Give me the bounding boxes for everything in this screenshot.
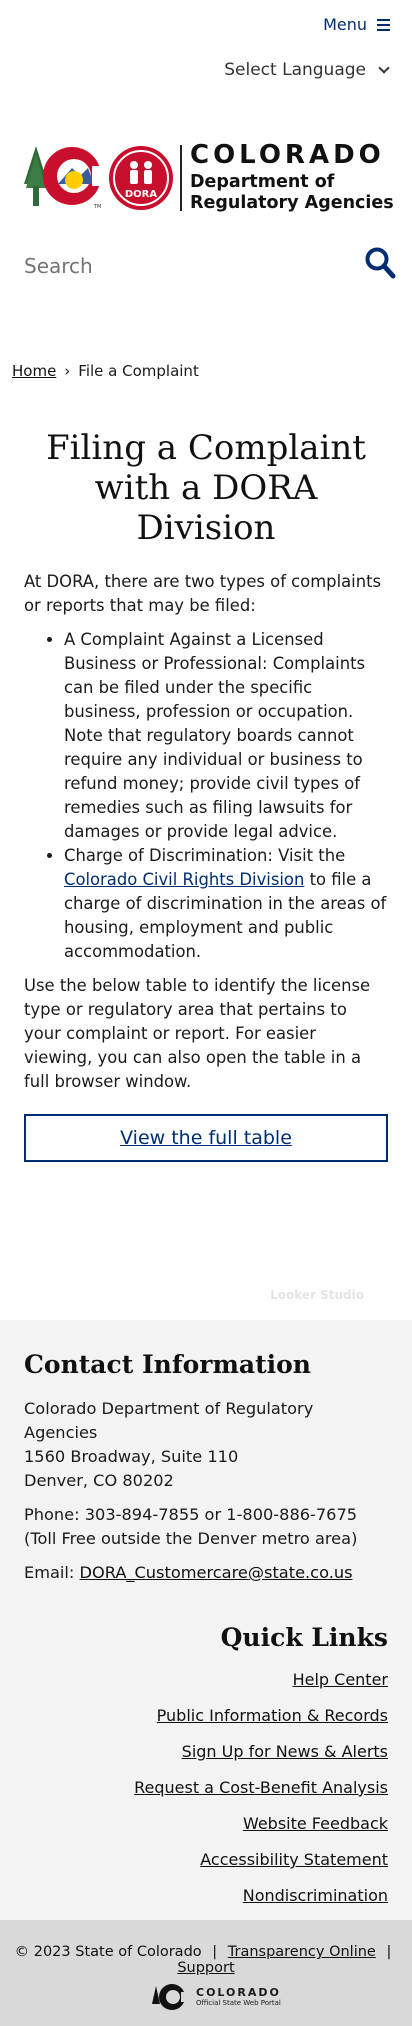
list-item-licensed-complaint: A Complaint Against a Licensed Business … [64, 628, 388, 844]
contact-email: Email: DORA_Customercare@state.co.us [24, 1561, 388, 1585]
search-bar [0, 240, 412, 290]
logo-dept-line2: Regulatory Agencies [190, 193, 394, 213]
contact-address: Colorado Department of Regulatory Agenci… [24, 1397, 388, 1493]
looker-studio-label: Looker Studio [270, 1288, 364, 1302]
quick-links-title: Quick Links [220, 1623, 388, 1652]
site-header: Menu Select Language TM DORA COLORADO De… [0, 0, 412, 220]
quick-link-public-information[interactable]: Public Information & Records [24, 1698, 388, 1734]
intro-text: At DORA, there are two types of complain… [24, 572, 382, 615]
search-icon[interactable] [364, 246, 396, 280]
breadcrumb-separator: › [64, 362, 71, 380]
email-link[interactable]: DORA_Customercare@state.co.us [80, 1563, 353, 1582]
complaint-types-list: A Complaint Against a Licensed Business … [40, 628, 388, 964]
contact-title: Contact Information [24, 1350, 311, 1379]
support-link[interactable]: Support [177, 1960, 234, 1976]
quick-link-website-feedback[interactable]: Website Feedback [24, 1806, 388, 1842]
quick-link-accessibility[interactable]: Accessibility Statement [24, 1842, 388, 1878]
dora-badge-text: DORA [125, 189, 158, 200]
address-line1: Colorado Department of Regulatory Agenci… [24, 1399, 314, 1442]
contact-phone: Phone: 303-894-7855 or 1-800-886-7675 (T… [24, 1505, 358, 1548]
page-title: Filing a Complaint with a DORA Division [46, 428, 366, 548]
search-input[interactable] [24, 246, 324, 286]
chevron-down-icon [378, 62, 390, 74]
quick-link-help-center[interactable]: Help Center [24, 1662, 388, 1698]
logo-colorado-word: COLORADO [190, 140, 385, 170]
footer-separator: | [212, 1944, 218, 1960]
logo-dept-line1: Department of [190, 172, 335, 192]
dora-badge-icon: DORA [109, 146, 173, 210]
language-select[interactable]: Select Language [224, 60, 390, 80]
address-line3: Denver, CO 80202 [24, 1471, 174, 1490]
colorado-c-logo-icon: TM [24, 146, 102, 210]
quick-links-list: Help Center Public Information & Records… [24, 1662, 388, 1914]
copyright-text: © 2023 State of Colorado [14, 1944, 202, 1960]
site-footer: © 2023 State of Colorado | Transparency … [0, 1920, 412, 2026]
footer-separator: | [386, 1944, 392, 1960]
embedded-report-frame[interactable]: Looker Studio [0, 1060, 412, 1320]
civil-rights-division-link[interactable]: Colorado Civil Rights Division [64, 870, 304, 889]
logo-divider [180, 145, 182, 211]
quick-link-nondiscrimination[interactable]: Nondiscrimination [24, 1878, 388, 1914]
breadcrumb-current: File a Complaint [78, 362, 199, 380]
breadcrumb: Home › File a Complaint [12, 362, 199, 380]
state-portal-logo[interactable]: COLORADO Official State Web Portal [152, 1982, 281, 2012]
portal-subtitle: Official State Web Portal [196, 1998, 281, 2007]
menu-button[interactable]: Menu [323, 15, 390, 34]
transparency-online-link[interactable]: Transparency Online [228, 1944, 376, 1960]
main-content: Filing a Complaint with a DORA Division … [24, 428, 388, 1162]
contact-section: Contact Information Colorado Department … [0, 1320, 412, 1920]
quick-link-cost-benefit[interactable]: Request a Cost-Benefit Analysis [24, 1770, 388, 1806]
colorado-portal-icon [152, 1984, 190, 2010]
hamburger-icon [377, 16, 390, 34]
discrimination-text-pre: Charge of Discrimination: Visit the [64, 846, 346, 865]
portal-wordmark: COLORADO Official State Web Portal [196, 1985, 281, 2008]
email-label: Email: [24, 1563, 80, 1582]
list-item-discrimination: Charge of Discrimination: Visit the Colo… [64, 844, 388, 964]
menu-label: Menu [323, 15, 367, 34]
logo-wordmark: COLORADO Department of Regulatory Agenci… [190, 142, 394, 214]
quick-link-news-alerts[interactable]: Sign Up for News & Alerts [24, 1734, 388, 1770]
portal-colorado-word: COLORADO [196, 1985, 281, 1999]
tm-mark: TM [93, 204, 101, 210]
address-line2: 1560 Broadway, Suite 110 [24, 1447, 239, 1466]
footer-links: © 2023 State of Colorado | Transparency … [0, 1944, 412, 1976]
breadcrumb-home-link[interactable]: Home [12, 362, 56, 380]
dora-logo[interactable]: TM DORA COLORADO Department of Regulator… [22, 138, 394, 218]
language-select-label: Select Language [224, 60, 366, 80]
